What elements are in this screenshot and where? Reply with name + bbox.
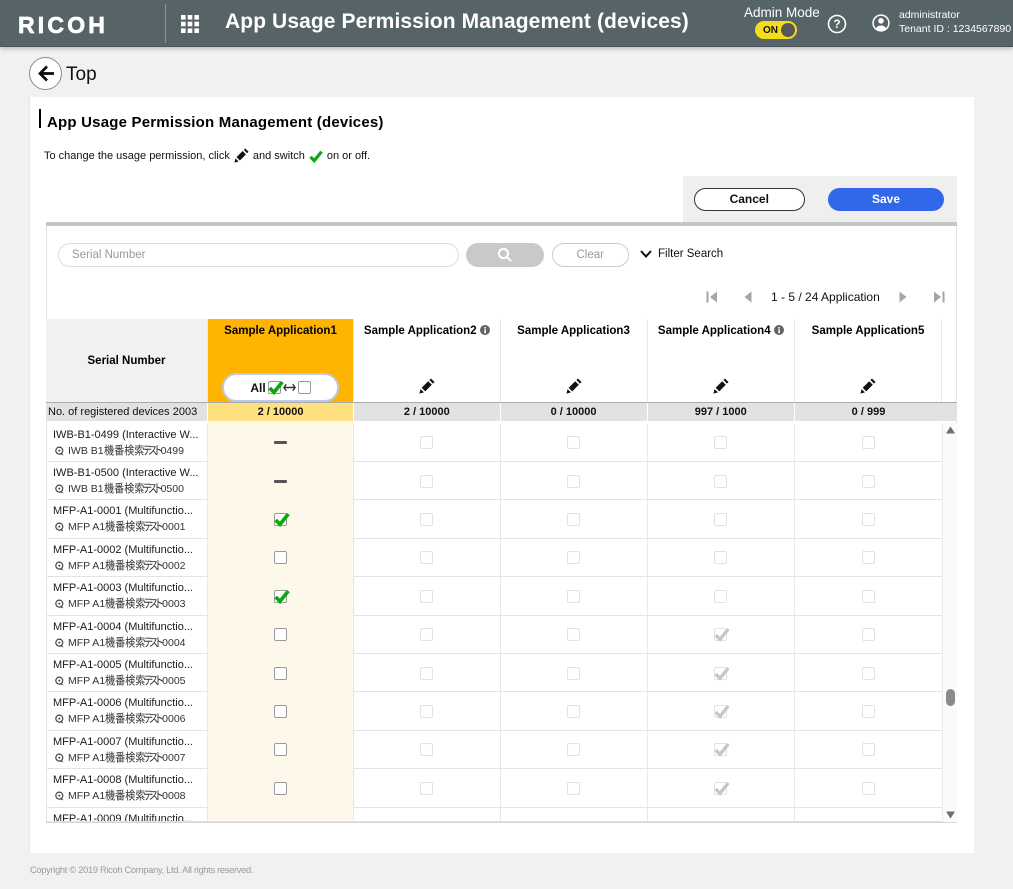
- svg-text:?: ?: [833, 19, 840, 31]
